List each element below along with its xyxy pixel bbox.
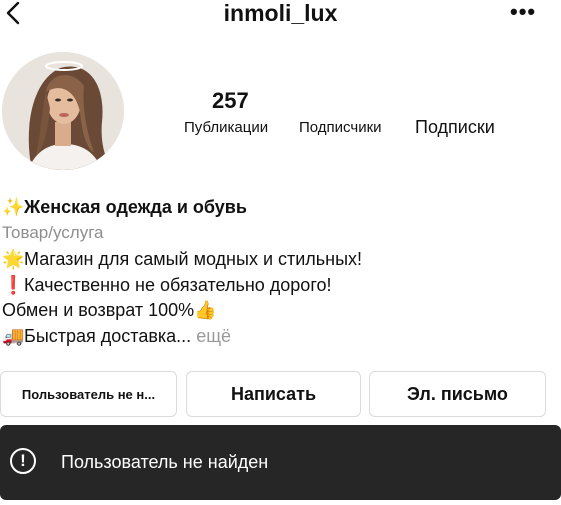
following-label[interactable]: Подписки xyxy=(415,117,495,137)
thumbs-up-icon: 👍 xyxy=(194,300,217,320)
sparkles-icon: ✨ xyxy=(2,197,25,217)
toast-message: Пользователь не найден xyxy=(61,452,269,472)
ellipsis-icon[interactable]: ••• xyxy=(510,1,536,23)
avatar[interactable] xyxy=(2,52,124,170)
bio-line: Обмен и возврат 100%👍 xyxy=(2,299,217,321)
alert-circle-icon: ! xyxy=(10,448,36,474)
bio-line-text: Обмен и возврат 100% xyxy=(2,300,195,320)
posts-count[interactable]: 257 xyxy=(212,89,249,113)
posts-label[interactable]: Публикации xyxy=(184,119,268,137)
profile-username: inmoli_lux xyxy=(223,0,338,26)
followers-label[interactable]: Подписчики xyxy=(299,119,382,137)
bio-name: ✨Женская одежда и обувь xyxy=(2,196,247,218)
bio-line-text: Быстрая доставка... xyxy=(24,326,192,346)
star-icon: 🌟 xyxy=(2,249,25,269)
bio-category: Товар/услуга xyxy=(2,223,104,242)
bio-line-text: Магазин для самый модных и стильных! xyxy=(24,249,363,269)
bio-line: 🚚Быстрая доставка... ещё xyxy=(2,325,231,347)
message-button[interactable]: Написать xyxy=(186,371,361,417)
bio-name-text: Женская одежда и обувь xyxy=(24,197,247,217)
profile-photo xyxy=(2,52,124,170)
email-button[interactable]: Эл. письмо xyxy=(369,371,546,417)
bio-line-text: Качественно не обязательно дорого! xyxy=(24,275,332,295)
delivery-truck-icon: 🚚 xyxy=(2,326,25,346)
bio-line: 🌟Магазин для самый модных и стильных! xyxy=(2,248,362,270)
exclamation-icon: ❗ xyxy=(2,275,25,295)
bio-line: ❗Качественно не обязательно дорого! xyxy=(2,274,332,296)
user-button[interactable]: Пользователь не н... xyxy=(0,371,177,417)
more-link[interactable]: ещё xyxy=(196,326,231,346)
